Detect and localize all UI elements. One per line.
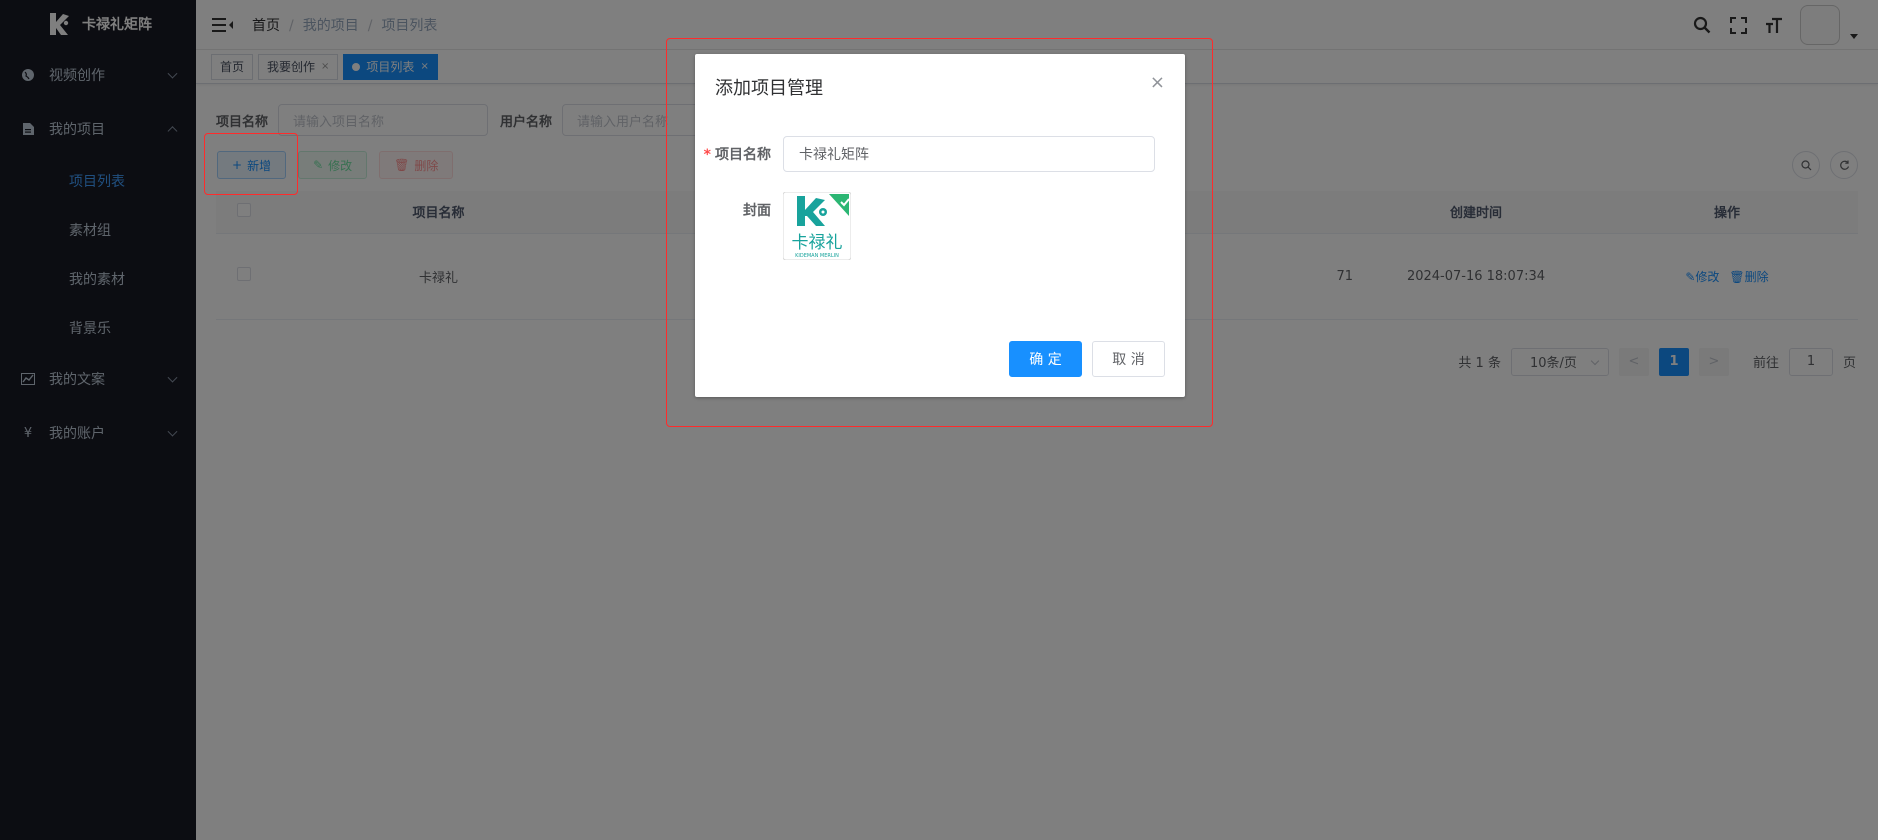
confirm-button[interactable]: 确 定 bbox=[1009, 341, 1082, 377]
add-project-dialog: 添加项目管理 × * 项目名称 卡禄礼矩阵 封面 卡禄礼 KIDEMAN MERL… bbox=[695, 54, 1185, 397]
label-text: 项目名称 bbox=[715, 147, 771, 163]
cover-form-label: 封面 bbox=[743, 203, 771, 219]
cover-text: 卡禄礼 bbox=[792, 233, 843, 253]
cancel-button[interactable]: 取 消 bbox=[1092, 341, 1165, 377]
form-row-name: * 项目名称 卡禄礼矩阵 bbox=[695, 136, 1155, 172]
cover-image[interactable]: 卡禄礼 KIDEMAN MERLIN bbox=[782, 191, 852, 261]
form-row-cover: 封面 卡禄礼 KIDEMAN MERLIN bbox=[695, 191, 852, 261]
highlight-add-button bbox=[204, 133, 298, 195]
cover-logo-graphic: 卡禄礼 KIDEMAN MERLIN bbox=[782, 191, 852, 261]
dialog-title: 添加项目管理 bbox=[715, 78, 823, 99]
cover-subtext: KIDEMAN MERLIN bbox=[795, 253, 839, 259]
close-icon[interactable]: × bbox=[1150, 72, 1165, 93]
project-name-field[interactable]: 卡禄礼矩阵 bbox=[783, 136, 1155, 172]
project-name-form-label: * 项目名称 bbox=[703, 147, 771, 163]
dialog-footer: 确 定 取 消 bbox=[1009, 341, 1165, 377]
